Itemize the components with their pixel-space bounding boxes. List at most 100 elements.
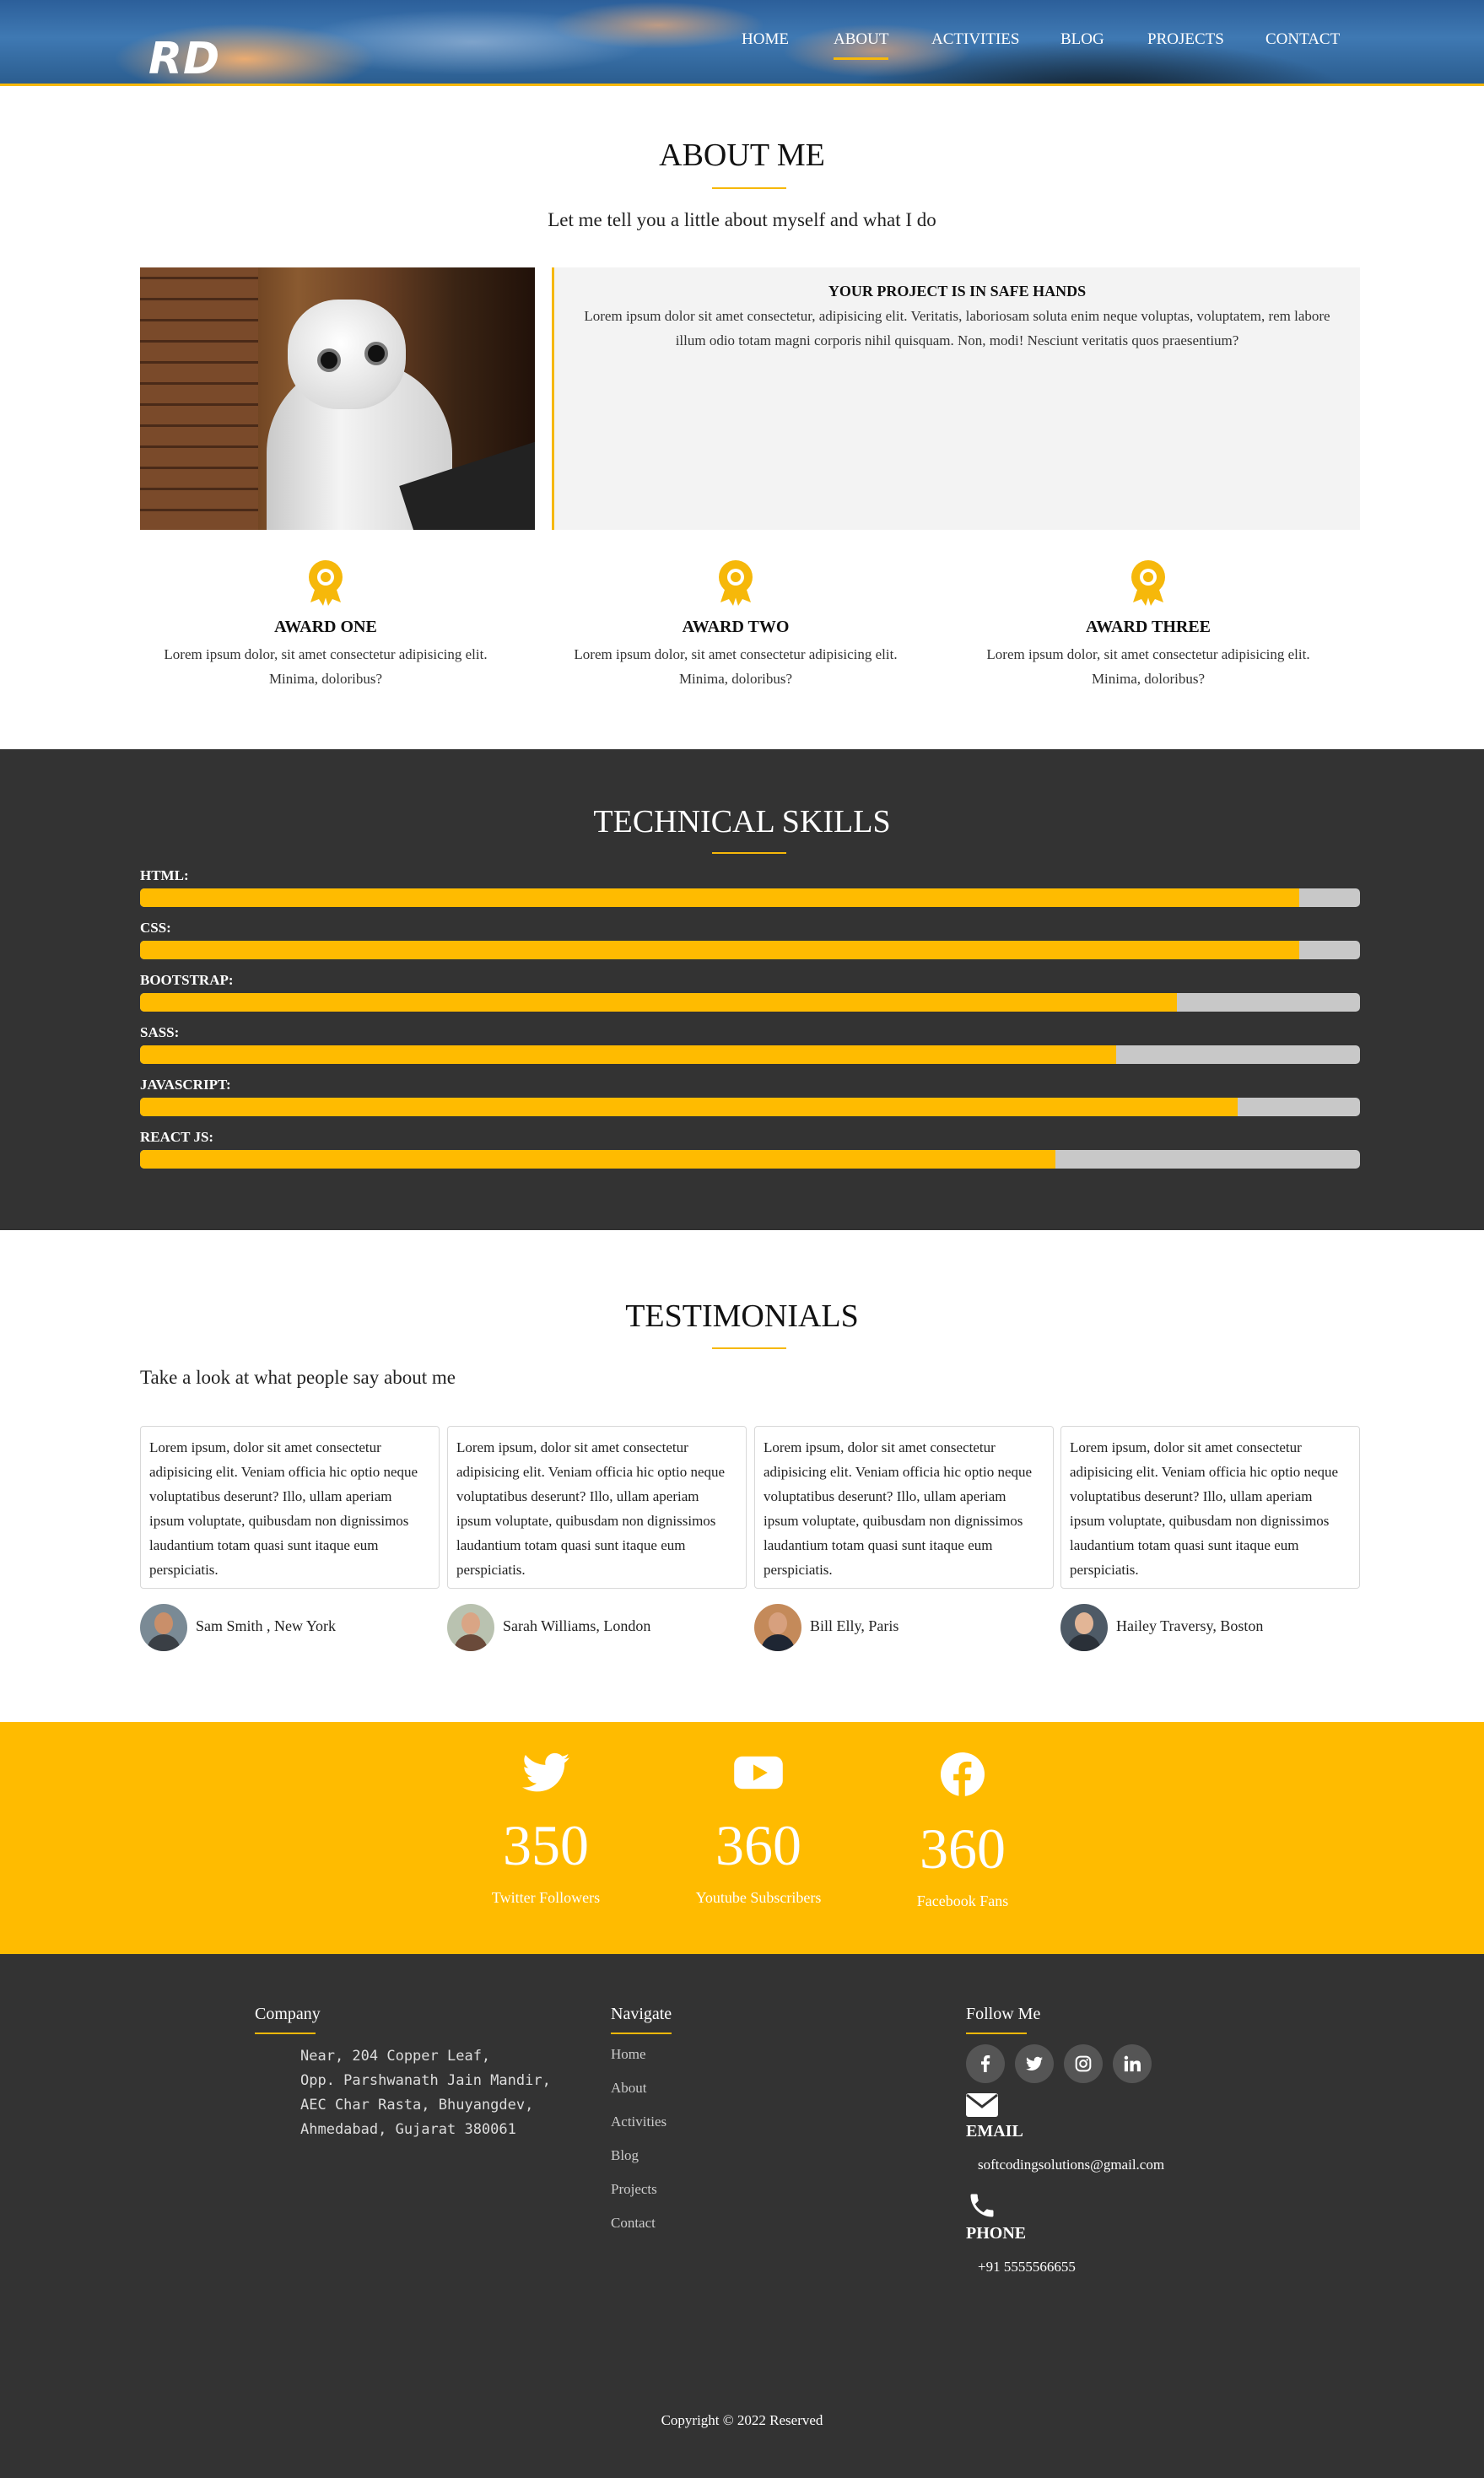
- skills-section: TECHNICAL SKILLS HTML: CSS: BOOTSTRAP: SASS…: [0, 749, 1484, 1230]
- facebook-icon[interactable]: [966, 2044, 1005, 2083]
- skill-label: SASS:: [140, 1024, 180, 1040]
- company-address: Near, 204 Copper Leaf, Opp. Parshwanath …: [300, 2044, 551, 2142]
- skill-label: HTML:: [140, 867, 189, 883]
- site-footer: Company Near, 204 Copper Leaf, Opp. Pars…: [0, 1954, 1484, 2478]
- facebook-count: 360: [920, 1817, 1006, 1881]
- skill-track: [140, 1098, 1360, 1116]
- footer-follow-underline: [966, 2033, 1027, 2034]
- about-lead: Let me tell you a little about myself an…: [548, 209, 936, 230]
- skill-track: [140, 888, 1360, 907]
- address-line: Near, 204 Copper Leaf,: [300, 2048, 491, 2065]
- award-medal-icon: [719, 560, 753, 606]
- avatar: [754, 1604, 801, 1651]
- twitter-icon[interactable]: [522, 1752, 569, 1793]
- author-name: Hailey Traversy, Boston: [1116, 1617, 1264, 1634]
- footer-company-underline: [255, 2033, 316, 2034]
- skill-track: [140, 993, 1360, 1012]
- skill-bar: BOOTSTRAP:: [140, 972, 1360, 1012]
- footer-link-home[interactable]: Home: [611, 2046, 672, 2063]
- footer-company: Company Near, 204 Copper Leaf, Opp. Pars…: [255, 2005, 551, 2142]
- youtube-count: 360: [715, 1813, 801, 1877]
- footer-link-activities[interactable]: Activities: [611, 2114, 672, 2130]
- skills-title: TECHNICAL SKILLS: [593, 804, 891, 839]
- robot-image: [140, 267, 535, 530]
- footer-navigate-underline: [611, 2033, 672, 2034]
- award-medal-icon: [1131, 560, 1165, 606]
- footer-follow-title: Follow Me: [966, 2005, 1041, 2023]
- skill-label: REACT JS:: [140, 1129, 214, 1145]
- skill-track: [140, 1150, 1360, 1169]
- twitter-count: 350: [503, 1813, 589, 1877]
- footer-link-about[interactable]: About: [611, 2080, 672, 2097]
- skill-fill: [140, 1045, 1116, 1064]
- twitter-caption: Twitter Followers: [491, 1889, 601, 1906]
- footer-follow: Follow Me EMAIL softcodingsolutions@gmai…: [966, 2005, 1164, 2276]
- testimonials-title-underline: [712, 1347, 786, 1349]
- address-line: AEC Char Rasta, Bhuyangdev,: [300, 2097, 534, 2114]
- footer-link-blog[interactable]: Blog: [611, 2147, 672, 2164]
- skill-bar: SASS:: [140, 1024, 1360, 1064]
- skill-bar: HTML:: [140, 867, 1360, 907]
- award-card: AWARD TWO Lorem ipsum dolor, sit amet co…: [550, 559, 921, 691]
- skill-bar: CSS:: [140, 920, 1360, 959]
- testimonial-card: Lorem ipsum, dolor sit amet consectetur …: [754, 1426, 1054, 1589]
- skill-bar: REACT JS:: [140, 1129, 1360, 1169]
- skill-track: [140, 941, 1360, 959]
- testimonial-card: Lorem ipsum, dolor sit amet consectetur …: [447, 1426, 747, 1589]
- facebook-caption: Facebook Fans: [916, 1892, 1009, 1909]
- award-title: AWARD ONE: [274, 618, 377, 636]
- testimonial-author: Hailey Traversy, Boston: [1060, 1604, 1360, 1651]
- copyright: Copyright © 2022 Reserved: [661, 2412, 823, 2428]
- youtube-icon[interactable]: [734, 1752, 783, 1793]
- testimonial-author: Bill Elly, Paris: [754, 1604, 1054, 1651]
- avatar: [1060, 1604, 1108, 1651]
- about-title-underline: [712, 187, 786, 189]
- footer-link-projects[interactable]: Projects: [611, 2181, 672, 2198]
- testimonials-title: TESTIMONIALS: [625, 1298, 859, 1334]
- testimonial-author: Sarah Williams, London: [447, 1604, 747, 1651]
- email-label: EMAIL: [966, 2122, 1023, 2141]
- award-title: AWARD THREE: [1086, 618, 1211, 636]
- avatar: [447, 1604, 494, 1651]
- skill-label: JAVASCRIPT:: [140, 1077, 231, 1093]
- testimonial-author: Sam Smith , New York: [140, 1604, 440, 1651]
- youtube-stat: 360 Youtube Subscribers: [674, 1752, 843, 1907]
- facebook-stat: 360 Facebook Fans: [878, 1752, 1047, 1910]
- about-title: ABOUT ME: [659, 138, 825, 173]
- author-name: Sam Smith , New York: [196, 1617, 337, 1634]
- phone-label: PHONE: [966, 2224, 1027, 2243]
- address-line: Opp. Parshwanath Jain Mandir,: [300, 2072, 551, 2089]
- skill-fill: [140, 993, 1178, 1012]
- skill-label: CSS:: [140, 920, 171, 936]
- facebook-icon[interactable]: [941, 1752, 985, 1796]
- footer-link-contact[interactable]: Contact: [611, 2215, 672, 2232]
- award-title: AWARD TWO: [682, 618, 790, 636]
- social-links: [966, 2044, 1164, 2083]
- testimonial-card: Lorem ipsum, dolor sit amet consectetur …: [140, 1426, 440, 1589]
- testimonials-section: TESTIMONIALS Take a look at what people …: [0, 1230, 1484, 1722]
- address-line: Ahmedabad, Gujarat 380061: [300, 2121, 516, 2138]
- footer-navigate-title: Navigate: [611, 2005, 672, 2023]
- award-text: Lorem ipsum dolor, sit amet consectetur …: [986, 646, 1310, 687]
- testimonial-card: Lorem ipsum, dolor sit amet consectetur …: [1060, 1426, 1360, 1589]
- phone-icon: [970, 2194, 994, 2217]
- award-text: Lorem ipsum dolor, sit amet consectetur …: [164, 646, 488, 687]
- skill-fill: [140, 941, 1299, 959]
- social-stats-section: 350 Twitter Followers 360 Youtube Subscr…: [0, 1722, 1484, 1954]
- email-value[interactable]: softcodingsolutions@gmail.com: [978, 2157, 1164, 2173]
- twitter-icon[interactable]: [1015, 2044, 1054, 2083]
- safe-hands-title: YOUR PROJECT IS IN SAFE HANDS: [828, 283, 1087, 300]
- linkedin-icon[interactable]: [1113, 2044, 1152, 2083]
- footer-company-title: Company: [255, 2005, 321, 2023]
- instagram-icon[interactable]: [1064, 2044, 1103, 2083]
- skill-track: [140, 1045, 1360, 1064]
- youtube-caption: Youtube Subscribers: [695, 1889, 822, 1906]
- skill-bar: JAVASCRIPT:: [140, 1077, 1360, 1116]
- skill-label: BOOTSTRAP:: [140, 972, 234, 988]
- footer-nav: Home About Activities Blog Projects Cont…: [611, 2046, 672, 2232]
- phone-value[interactable]: +91 5555566655: [978, 2259, 1164, 2276]
- avatar: [140, 1604, 187, 1651]
- safe-hands-text: Lorem ipsum dolor sit amet consectetur, …: [584, 308, 1330, 348]
- author-name: Sarah Williams, London: [503, 1617, 651, 1634]
- award-medal-icon: [309, 560, 343, 606]
